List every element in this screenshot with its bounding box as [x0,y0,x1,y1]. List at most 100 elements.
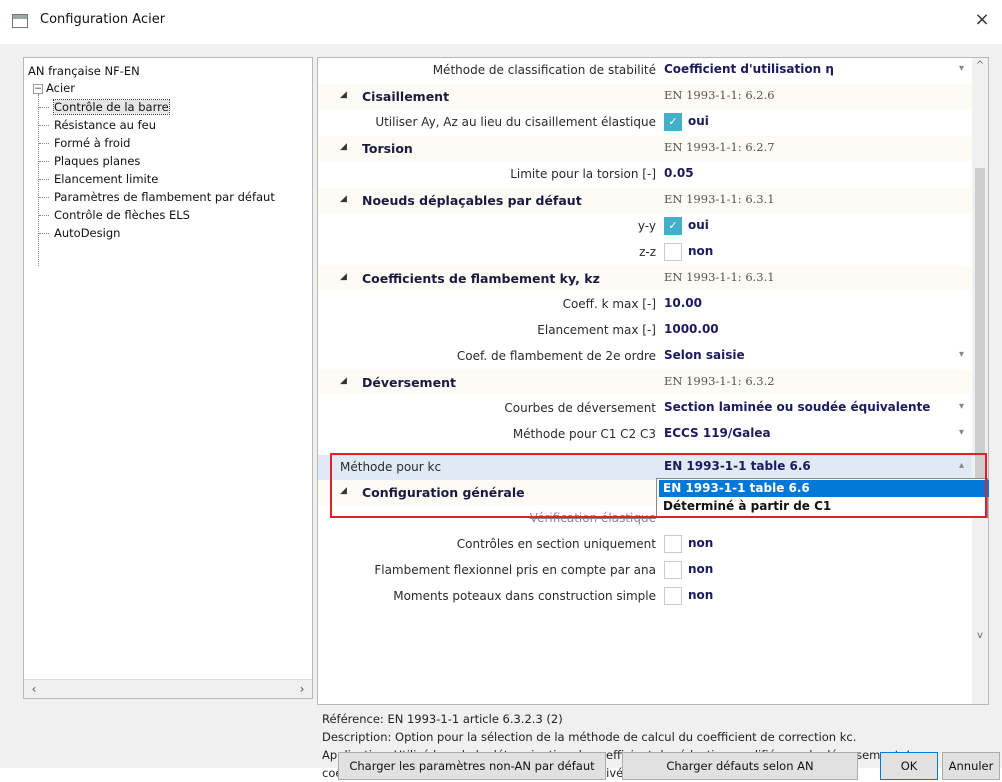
collapse-triangle-icon[interactable]: ◢ [340,272,347,282]
checkbox-unchecked-icon[interactable] [664,587,682,605]
row-label: Flambement flexionnel pris en compte par… [374,563,656,577]
row-value[interactable]: ECCS 119/Galea [664,426,771,440]
row-label: Coef. de flambement de 2e ordre [456,349,656,363]
scroll-down-icon[interactable]: v [972,630,988,641]
tree-connector [39,143,49,144]
row-value[interactable]: 1000.00 [664,322,719,336]
tree-root[interactable]: AN française NF-EN [28,64,140,78]
collapse-triangle-icon[interactable]: ◢ [340,142,347,152]
description-text: Description: Option pour la sélection de… [322,730,857,744]
row-label: Courbes de déversement [504,401,656,415]
row-flambement-flexionnel[interactable]: Flambement flexionnel pris en compte par… [318,558,972,583]
tree-item-plaques-planes[interactable]: Plaques planes [54,154,140,168]
dropdown-icon[interactable]: ▾ [959,349,964,360]
checkbox-checked-icon[interactable]: ✓ [664,113,682,131]
row-value[interactable]: Section laminée ou soudée équivalente [664,400,930,414]
tree-connector [39,215,49,216]
section-reference: EN 1993-1-1: 6.3.1 [664,270,775,284]
row-limite-torsion[interactable]: Limite pour la torsion [-] 0.05 [318,162,972,187]
row-value[interactable]: Selon saisie [664,348,745,362]
row-coeff-k-max[interactable]: Coeff. k max [-] 10.00 [318,292,972,317]
settings-tree: AN française NF-EN − Acier Contrôle de l… [23,57,313,699]
tree-connector [39,233,49,234]
row-value: non [688,562,714,576]
collapse-triangle-icon[interactable]: ◢ [340,90,347,100]
row-utiliser-ay-az[interactable]: Utiliser Ay, Az au lieu du cisaillement … [318,110,972,135]
tree-item-flambement[interactable]: Paramètres de flambement par défaut [54,190,275,204]
checkbox-unchecked-icon[interactable] [664,561,682,579]
tree-item-fleches-els[interactable]: Contrôle de flèches ELS [54,208,190,222]
scroll-left-icon[interactable]: ‹ [26,681,42,697]
row-methode-c1c2c3[interactable]: Méthode pour C1 C2 C3 ECCS 119/Galea ▾ [318,422,972,447]
property-grid: Méthode de classification de stabilité C… [317,57,989,705]
row-elancement-max[interactable]: Elancement max [-] 1000.00 [318,318,972,343]
scroll-up-icon[interactable]: ^ [972,60,988,71]
grid-vertical-scrollbar[interactable]: ^ v [972,58,988,704]
scroll-right-icon[interactable]: › [294,681,310,697]
tree-horizontal-scrollbar[interactable]: ‹ › [24,679,312,698]
row-value[interactable]: Coefficient d'utilisation η [664,62,834,76]
section-coefficients-flambement[interactable]: ◢ Coefficients de flambement ky, kz EN 1… [318,266,972,291]
row-label: Contrôles en section uniquement [456,537,656,551]
dropdown-icon[interactable]: ▾ [959,401,964,412]
row-value[interactable]: 10.00 [664,296,702,310]
row-zz[interactable]: z-z non [318,240,972,265]
ok-button[interactable]: OK [880,752,938,780]
row-label: z-z [639,245,656,259]
tree-item-resistance-feu[interactable]: Résistance au feu [54,118,156,132]
dropdown-icon[interactable]: ▾ [959,63,964,74]
section-cisaillement[interactable]: ◢ Cisaillement EN 1993-1-1: 6.2.6 [318,84,972,109]
load-non-an-defaults-button[interactable]: Charger les paramètres non-AN par défaut [338,752,606,780]
row-value: non [688,536,714,550]
row-classification[interactable]: Méthode de classification de stabilité C… [318,58,972,83]
tree-connector [39,197,49,198]
row-courbes-deversement[interactable]: Courbes de déversement Section laminée o… [318,396,972,421]
row-moments-poteaux[interactable]: Moments poteaux dans construction simple… [318,584,972,609]
window-title: Configuration Acier [40,12,166,27]
tree-item-controle-barre[interactable]: Contrôle de la barre [53,99,170,115]
checkbox-checked-icon[interactable]: ✓ [664,217,682,235]
row-label: Méthode pour C1 C2 C3 [512,427,656,441]
section-reference: EN 1993-1-1: 6.3.2 [664,374,775,388]
row-label: Coeff. k max [-] [562,297,656,311]
tree-item-autodesign[interactable]: AutoDesign [54,226,120,240]
row-label: Utiliser Ay, Az au lieu du cisaillement … [375,115,656,129]
collapse-triangle-icon[interactable]: ◢ [340,376,347,386]
tree-item-elancement-limite[interactable]: Elancement limite [54,172,158,186]
row-controles-section[interactable]: Contrôles en section uniquement non [318,532,972,557]
dropdown-icon[interactable]: ▾ [959,427,964,438]
tree-connector [39,179,49,180]
section-title: Coefficients de flambement ky, kz [362,271,600,286]
section-reference: EN 1993-1-1: 6.2.6 [664,88,775,102]
section-title: Déversement [362,375,456,390]
tree-group-acier[interactable]: Acier [46,81,75,95]
configuration-window: Configuration Acier × AN française NF-EN… [0,0,1002,780]
title-bar: Configuration Acier × [0,0,1002,44]
checkbox-unchecked-icon[interactable] [664,535,682,553]
section-reference: EN 1993-1-1: 6.3.1 [664,192,775,206]
cancel-button[interactable]: Annuler [942,752,1000,780]
load-an-defaults-button[interactable]: Charger défauts selon AN [622,752,858,780]
section-title: Cisaillement [362,89,450,104]
section-torsion[interactable]: ◢ Torsion EN 1993-1-1: 6.2.7 [318,136,972,161]
section-noeuds[interactable]: ◢ Noeuds déplaçables par défaut EN 1993-… [318,188,972,213]
row-label: y-y [637,219,656,233]
row-coef-2e-ordre[interactable]: Coef. de flambement de 2e ordre Selon sa… [318,344,972,369]
row-value[interactable]: 0.05 [664,166,694,180]
tree-item-forme-froid[interactable]: Formé à froid [54,136,130,150]
section-deversement[interactable]: ◢ Déversement EN 1993-1-1: 6.3.2 [318,370,972,395]
section-title: Torsion [362,141,413,156]
collapse-icon[interactable]: − [33,84,43,94]
scrollbar-thumb[interactable] [975,168,985,498]
row-value: oui [688,114,709,128]
highlight-box [330,453,987,518]
row-yy[interactable]: y-y ✓ oui [318,214,972,239]
row-label: Moments poteaux dans construction simple [393,589,656,603]
collapse-triangle-icon[interactable]: ◢ [340,194,347,204]
row-value: non [688,244,714,258]
checkbox-unchecked-icon[interactable] [664,243,682,261]
row-label: Elancement max [-] [537,323,656,337]
description-reference: Référence: EN 1993-1-1 article 6.3.2.3 (… [322,712,563,726]
tree-connector [39,161,49,162]
close-icon[interactable]: × [968,8,996,32]
